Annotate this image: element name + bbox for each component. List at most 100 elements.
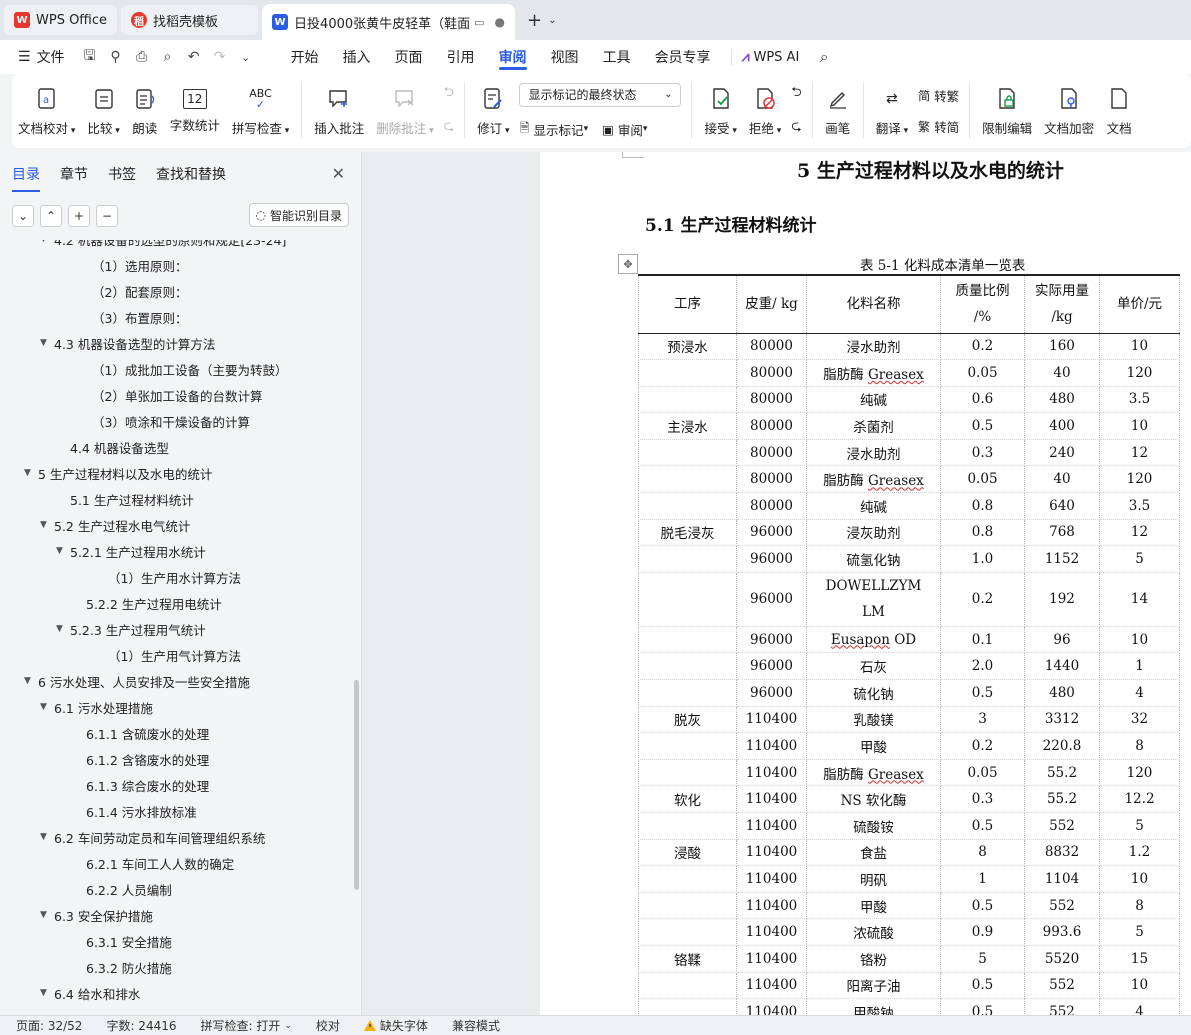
table-cell[interactable] (638, 998, 737, 1015)
table-cell[interactable]: 110400 (736, 892, 807, 920)
table-cell[interactable]: 240 (1024, 439, 1100, 467)
redo-icon[interactable]: ↷ (209, 46, 231, 68)
toc-item[interactable]: 6.1.3 综合废水的处理 (0, 772, 350, 798)
table-cell[interactable]: 552 (1024, 998, 1100, 1015)
table-cell[interactable]: 硫氢化钠 (806, 545, 941, 573)
toc-item[interactable]: （2）配套原则： (0, 278, 350, 304)
expand-triangle-icon[interactable]: ▼ (40, 520, 54, 530)
table-cell[interactable] (638, 572, 737, 627)
table-cell[interactable]: 40 (1024, 465, 1100, 494)
table-cell[interactable] (638, 652, 737, 681)
expand-triangle-icon[interactable]: ▼ (56, 624, 70, 634)
table-cell[interactable] (638, 732, 737, 760)
word-count-indicator[interactable]: 字数: 24416 (106, 1017, 176, 1034)
undo-icon[interactable]: ↶ (183, 46, 205, 68)
table-cell[interactable]: 硫酸铵 (806, 812, 941, 840)
proofread-button[interactable]: a 文档校对 ▾ (12, 76, 81, 146)
table-cell[interactable]: 0.2 (940, 732, 1025, 760)
table-cell[interactable]: 0.5 (940, 972, 1025, 1000)
table-cell[interactable] (638, 465, 737, 494)
table-cell[interactable] (638, 679, 737, 707)
table-cell[interactable]: 硫化钠 (806, 679, 941, 707)
tab-bookmarks[interactable]: 书签 (108, 152, 136, 196)
table-cell[interactable]: 120 (1099, 759, 1180, 787)
table-cell[interactable]: 预浸水 (638, 333, 737, 361)
table-cell[interactable]: 0.3 (940, 439, 1025, 467)
menu-start[interactable]: 开始 (279, 40, 331, 74)
table-cell[interactable]: 1 (940, 865, 1025, 893)
toc-item[interactable]: ▼ 6 污水处理、人员安排及一些安全措施 (0, 668, 350, 694)
table-cell[interactable]: 110400 (736, 972, 807, 1000)
table-cell[interactable] (638, 359, 737, 387)
table-cell[interactable]: 80000 (736, 386, 807, 414)
restrict-edit-button[interactable]: 限制编辑 (976, 76, 1038, 146)
table-cell[interactable]: 5 (1099, 545, 1180, 573)
table-cell[interactable]: 0.5 (940, 679, 1025, 707)
menu-insert[interactable]: 插入 (331, 40, 383, 74)
table-cell[interactable]: 0.6 (940, 386, 1025, 414)
toc-item[interactable]: （1）选用原则： (0, 252, 350, 278)
page-indicator[interactable]: 页面: 32/52 (16, 1017, 82, 1034)
toc-item[interactable]: ▼ 6.4 给水和排水 (0, 980, 350, 1006)
table-cell[interactable]: 5 (940, 945, 1025, 973)
toc-item[interactable]: 4.4 机器设备选型 (0, 434, 350, 460)
menu-reference[interactable]: 引用 (435, 40, 487, 74)
toc-item[interactable]: 5.1 生产过程材料统计 (0, 486, 350, 512)
table-cell[interactable]: 脂肪酶 Greasex (806, 759, 941, 787)
toc-item[interactable]: ▼ 4.3 机器设备选型的计算方法 (0, 330, 350, 356)
toc-item[interactable]: （3）喷涂和干燥设备的计算 (0, 408, 350, 434)
tab-chapters[interactable]: 章节 (60, 152, 88, 196)
table-cell[interactable]: 纯碱 (806, 492, 941, 520)
table-cell[interactable] (638, 545, 737, 573)
document-page[interactable]: 5 生产过程材料以及水电的统计 5.1 生产过程材料统计 ✥ 表 5-1 化料成… (540, 152, 1191, 1015)
table-cell[interactable]: 40 (1024, 359, 1100, 387)
show-markup-button[interactable]: 🗎 显示标记 ▾ (519, 119, 588, 140)
revise-button[interactable]: 修订 ▾ (471, 76, 515, 146)
encrypt-button[interactable]: 文档加密 (1038, 76, 1100, 146)
table-cell[interactable]: 80000 (736, 492, 807, 520)
table-cell[interactable]: 3 (940, 706, 1025, 734)
table-cell[interactable]: 5 (1099, 918, 1180, 946)
table-cell[interactable]: 1152 (1024, 545, 1100, 573)
spell-check-status[interactable]: 拼写检查: 打开 ⌄ (201, 1017, 292, 1034)
table-cell[interactable]: 480 (1024, 679, 1100, 707)
table-cell[interactable]: 1.0 (940, 545, 1025, 573)
table-cell[interactable]: 软化 (638, 785, 737, 813)
table-cell[interactable]: 110400 (736, 945, 807, 973)
table-cell[interactable] (638, 972, 737, 1000)
table-cell[interactable]: 浸水助剂 (806, 333, 941, 361)
table-cell[interactable]: 110400 (736, 759, 807, 787)
table-cell[interactable]: 192 (1024, 572, 1100, 627)
table-cell[interactable] (638, 492, 737, 520)
collapse-up-button[interactable]: ⌃ (40, 205, 62, 227)
table-cell[interactable]: 96000 (736, 652, 807, 681)
new-tab-button[interactable]: + ⌄ (519, 3, 564, 37)
table-cell[interactable]: 96000 (736, 626, 807, 654)
table-cell[interactable]: 10 (1099, 626, 1180, 654)
table-cell[interactable]: 0.8 (940, 519, 1025, 547)
table-cell[interactable]: 10 (1099, 865, 1180, 893)
table-cell[interactable]: 552 (1024, 972, 1100, 1000)
toc-item[interactable]: （1）生产用气计算方法 (0, 642, 350, 668)
table-cell[interactable]: 220.8 (1024, 732, 1100, 760)
menu-review[interactable]: 审阅 (487, 40, 539, 74)
table-cell[interactable]: 0.5 (940, 892, 1025, 920)
table-cell[interactable]: 110400 (736, 918, 807, 946)
menu-page[interactable]: 页面 (383, 40, 435, 74)
markup-state-dropdown[interactable]: 显示标记的最终状态 ⌄ (519, 82, 682, 107)
menu-view[interactable]: 视图 (539, 40, 591, 74)
read-aloud-button[interactable]: 朗读 (126, 76, 164, 146)
table-cell[interactable]: 80000 (736, 359, 807, 387)
table-cell[interactable]: 1 (1099, 652, 1180, 681)
table-cell[interactable]: 浸水助剂 (806, 439, 941, 467)
toc-item[interactable]: 6.2.1 车间工人人数的确定 (0, 850, 350, 876)
toc-item[interactable]: 6.3.1 安全措施 (0, 928, 350, 954)
table-cell[interactable]: 甲酸 (806, 892, 941, 920)
table-cell[interactable] (638, 918, 737, 946)
table-cell[interactable]: 10 (1099, 412, 1180, 440)
toc-item[interactable]: ▼ 5.2.3 生产过程用气统计 (0, 616, 350, 642)
tab-document[interactable]: W 日投4000张黄牛皮轻革（鞋面 ▭ ● (262, 4, 516, 40)
toc-item[interactable]: ▼ 6.3 安全保护措施 (0, 902, 350, 928)
expand-triangle-icon[interactable]: ▼ (40, 988, 54, 998)
table-cell[interactable]: 0.2 (940, 572, 1025, 627)
